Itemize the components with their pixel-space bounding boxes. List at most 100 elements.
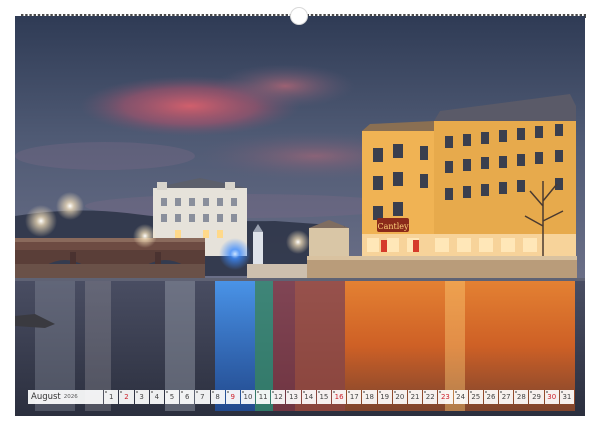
day-cell: 10 <box>240 390 256 404</box>
day-number: 2 <box>124 393 129 401</box>
day-marker <box>105 391 108 393</box>
day-marker <box>181 391 184 393</box>
day-cell: 18 <box>362 390 377 404</box>
month-name: August <box>31 392 61 402</box>
day-number: 21 <box>410 393 420 401</box>
day-cell: 4 <box>149 390 164 404</box>
day-number: 27 <box>501 393 511 401</box>
day-marker <box>469 391 472 393</box>
day-cell: 22 <box>423 390 438 404</box>
day-cell: 23 <box>438 390 453 404</box>
tower <box>253 232 263 264</box>
day-cell: 8 <box>210 390 225 404</box>
day-cell: 2 <box>119 390 134 404</box>
day-cell: 26 <box>483 390 499 404</box>
hotel-sign: Cantley <box>377 222 409 231</box>
day-marker <box>196 391 199 393</box>
day-number: 24 <box>456 393 466 401</box>
day-marker <box>226 391 229 393</box>
day-number: 28 <box>516 393 526 401</box>
day-marker <box>302 391 305 393</box>
day-marker <box>530 391 533 393</box>
day-cell: 7 <box>195 390 210 404</box>
day-number: 5 <box>169 393 175 401</box>
day-number: 17 <box>349 393 359 401</box>
day-cell: 9 <box>225 390 240 404</box>
day-marker <box>408 391 411 393</box>
day-number: 8 <box>215 393 220 401</box>
day-number: 4 <box>154 393 160 401</box>
day-number: 20 <box>395 393 405 401</box>
day-marker <box>333 391 335 393</box>
day-cell: 19 <box>377 390 392 404</box>
day-cell: 14 <box>301 390 316 404</box>
bridge <box>15 238 205 278</box>
day-number: 15 <box>319 393 329 401</box>
day-marker <box>317 391 320 393</box>
day-number: 11 <box>258 393 268 401</box>
day-number: 25 <box>471 393 481 401</box>
day-marker <box>150 391 153 393</box>
day-marker <box>378 391 381 393</box>
day-number: 29 <box>532 393 541 401</box>
day-number: 23 <box>440 393 450 401</box>
day-number: 31 <box>562 393 572 401</box>
day-cell: 21 <box>407 390 423 404</box>
day-cell: 3 <box>134 390 149 404</box>
day-number: 1 <box>109 393 114 401</box>
day-cell: 29 <box>529 390 544 404</box>
day-number: 9 <box>230 393 236 401</box>
day-marker <box>211 391 214 393</box>
month-year: 2026 <box>63 394 78 400</box>
day-cell: 16 <box>332 390 347 404</box>
day-cell: 15 <box>316 390 331 404</box>
day-number: 19 <box>380 393 390 401</box>
day-cell: 25 <box>468 390 483 404</box>
day-number: 13 <box>289 393 298 401</box>
day-cell: 13 <box>286 390 301 404</box>
day-number: 10 <box>243 393 253 401</box>
day-marker <box>135 391 138 393</box>
day-cell: 5 <box>164 390 180 404</box>
day-number: 26 <box>486 393 496 401</box>
day-cell: 31 <box>559 390 574 404</box>
day-cell: 24 <box>453 390 468 404</box>
day-strip: August 2026 1 2 3 4 5 6 7 8 9 10 11 12 13 14 15 16 17 18 1… <box>28 390 574 404</box>
day-number: 6 <box>184 393 190 401</box>
streetlamp-glow <box>25 205 57 237</box>
blue-light <box>219 238 251 270</box>
day-cell: 12 <box>271 390 286 404</box>
day-marker <box>363 391 366 393</box>
day-number: 7 <box>200 393 205 401</box>
day-cell: 27 <box>499 390 514 404</box>
day-marker <box>515 391 518 393</box>
day-number: 16 <box>334 393 344 401</box>
day-marker <box>348 391 351 393</box>
hanger-hole <box>290 7 308 25</box>
day-marker <box>241 391 244 393</box>
day-cell: 1 <box>104 390 119 404</box>
day-marker <box>424 391 427 393</box>
day-cell: 17 <box>347 390 362 404</box>
night-riverside-photo: Cantley <box>15 16 585 416</box>
day-number: 12 <box>273 393 283 401</box>
month-label-box: August 2026 <box>28 390 104 404</box>
day-cell: 6 <box>180 390 195 404</box>
photo-scene: Cantley <box>15 16 585 416</box>
day-number: 14 <box>304 393 314 401</box>
day-marker <box>484 391 487 393</box>
day-cell: 30 <box>544 390 559 404</box>
day-cell: 20 <box>392 390 407 404</box>
day-marker <box>500 391 503 393</box>
day-number: 3 <box>139 393 144 401</box>
day-marker <box>393 391 396 393</box>
day-marker <box>120 391 123 393</box>
day-cell: 28 <box>514 390 529 404</box>
day-number: 22 <box>425 393 435 401</box>
day-number: 30 <box>547 393 557 401</box>
day-marker <box>272 391 275 393</box>
day-marker <box>287 391 290 393</box>
day-marker <box>560 391 563 393</box>
calendar-page: Cantley August 2026 1 2 3 4 5 6 7 8 9 10… <box>0 0 600 432</box>
day-marker <box>439 391 442 393</box>
